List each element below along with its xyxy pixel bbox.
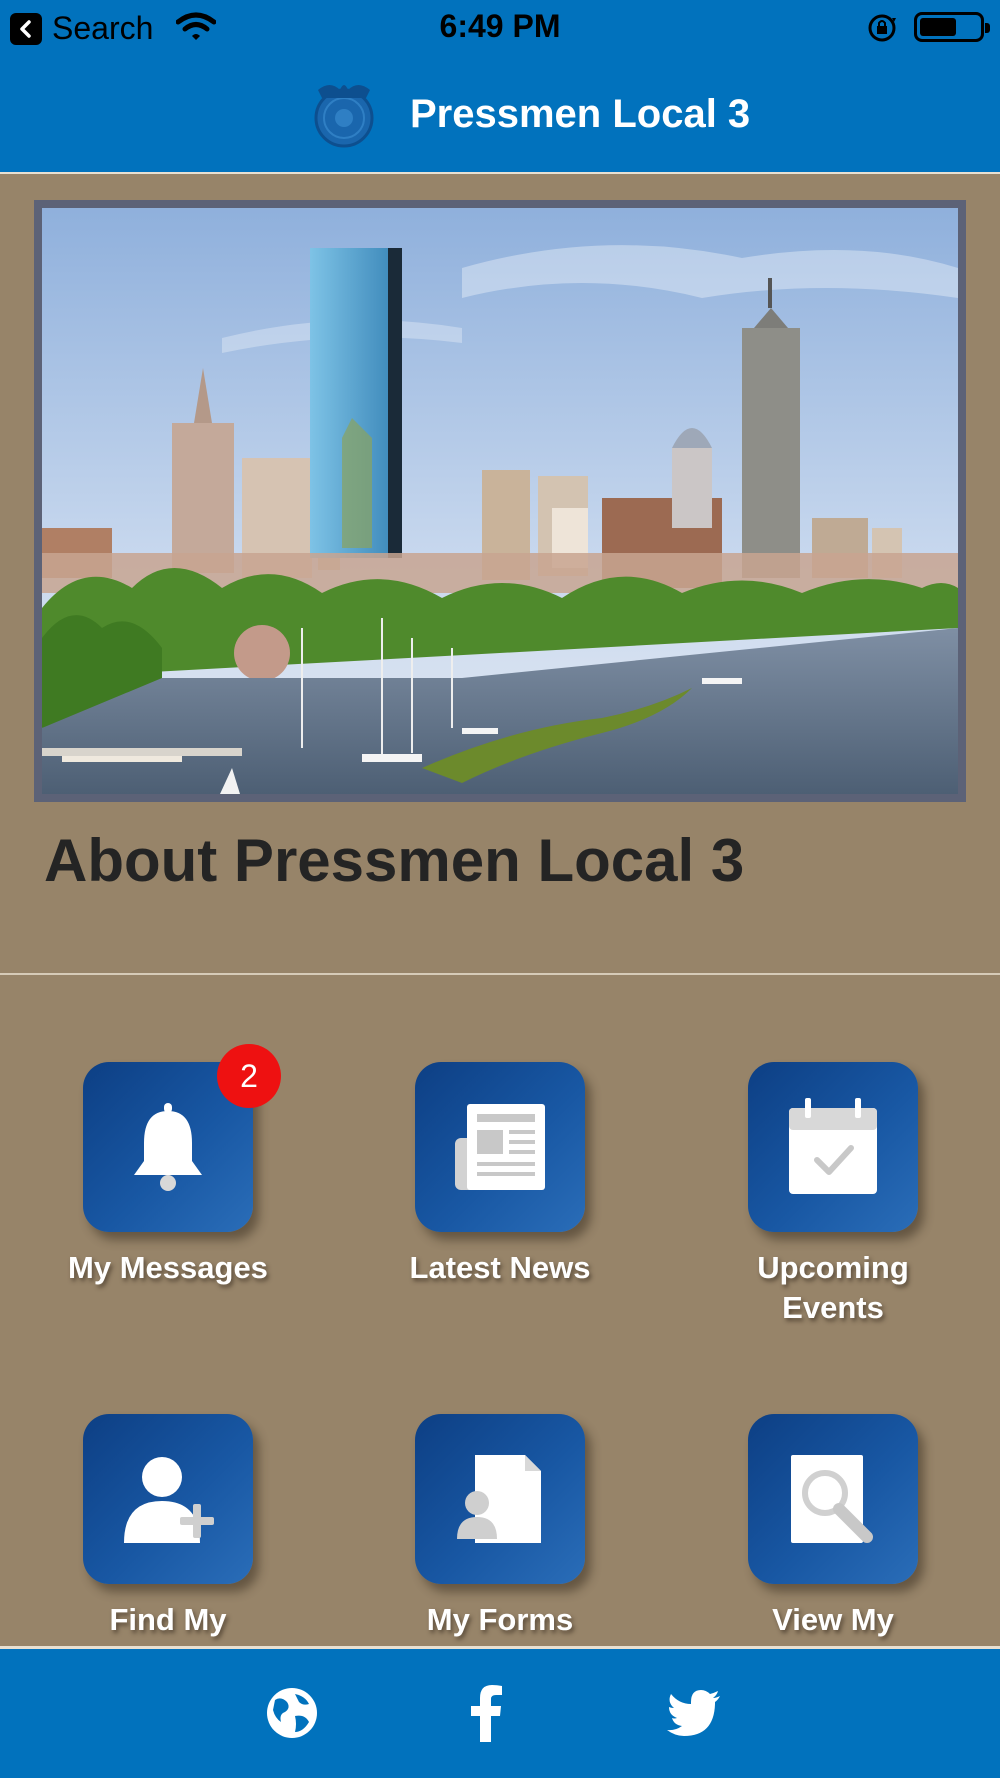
search-document-icon bbox=[791, 1455, 873, 1543]
tile-label: Find My bbox=[109, 1602, 227, 1637]
social-footer-bar bbox=[0, 1649, 1000, 1778]
tile-label: My Messages bbox=[68, 1250, 268, 1285]
unread-count-badge: 2 bbox=[217, 1044, 281, 1108]
union-logo-icon bbox=[310, 76, 378, 150]
tile-label-line1: Upcoming bbox=[757, 1250, 909, 1285]
bell-icon bbox=[134, 1103, 202, 1191]
twitter-icon[interactable] bbox=[664, 1683, 724, 1743]
upcoming-events-button[interactable] bbox=[748, 1062, 918, 1232]
about-title: About Pressmen Local 3 bbox=[44, 827, 745, 894]
view-my-button[interactable] bbox=[748, 1414, 918, 1584]
add-person-icon bbox=[124, 1457, 214, 1543]
globe-icon[interactable] bbox=[262, 1683, 322, 1743]
latest-news-button[interactable] bbox=[415, 1062, 585, 1232]
my-forms-tile[interactable]: My Forms bbox=[380, 1414, 620, 1640]
person-document-icon bbox=[457, 1455, 541, 1543]
find-my-tile[interactable]: Find My bbox=[48, 1414, 288, 1640]
status-bar: Search 6:49 PM bbox=[0, 0, 1000, 56]
view-my-tile[interactable]: View My bbox=[713, 1414, 953, 1640]
calendar-check-icon bbox=[789, 1098, 877, 1194]
my-forms-button[interactable] bbox=[415, 1414, 585, 1584]
tile-label: Latest News bbox=[409, 1250, 591, 1285]
tile-label: My Forms bbox=[426, 1602, 574, 1637]
header-divider bbox=[0, 172, 1000, 174]
find-my-button[interactable] bbox=[83, 1414, 253, 1584]
app-title: Pressmen Local 3 bbox=[410, 92, 751, 136]
latest-news-tile[interactable]: Latest News bbox=[380, 1062, 620, 1288]
rotation-lock-icon bbox=[866, 12, 898, 49]
newspaper-icon bbox=[455, 1104, 545, 1190]
app-header: Pressmen Local 3 bbox=[0, 56, 1000, 172]
section-divider bbox=[0, 973, 1000, 975]
status-time: 6:49 PM bbox=[439, 8, 561, 44]
facebook-icon[interactable] bbox=[456, 1683, 516, 1743]
upcoming-events-tile[interactable]: Upcoming Events bbox=[713, 1062, 953, 1328]
hero-skyline-image bbox=[34, 200, 966, 802]
my-messages-tile[interactable]: 2 My Messages bbox=[48, 1044, 288, 1288]
tile-label: View My bbox=[772, 1602, 894, 1637]
battery-icon bbox=[914, 12, 990, 42]
my-messages-button[interactable]: 2 bbox=[83, 1044, 281, 1232]
tile-label: Upcoming Events bbox=[713, 1248, 953, 1328]
tile-label-line2: Events bbox=[782, 1290, 884, 1325]
